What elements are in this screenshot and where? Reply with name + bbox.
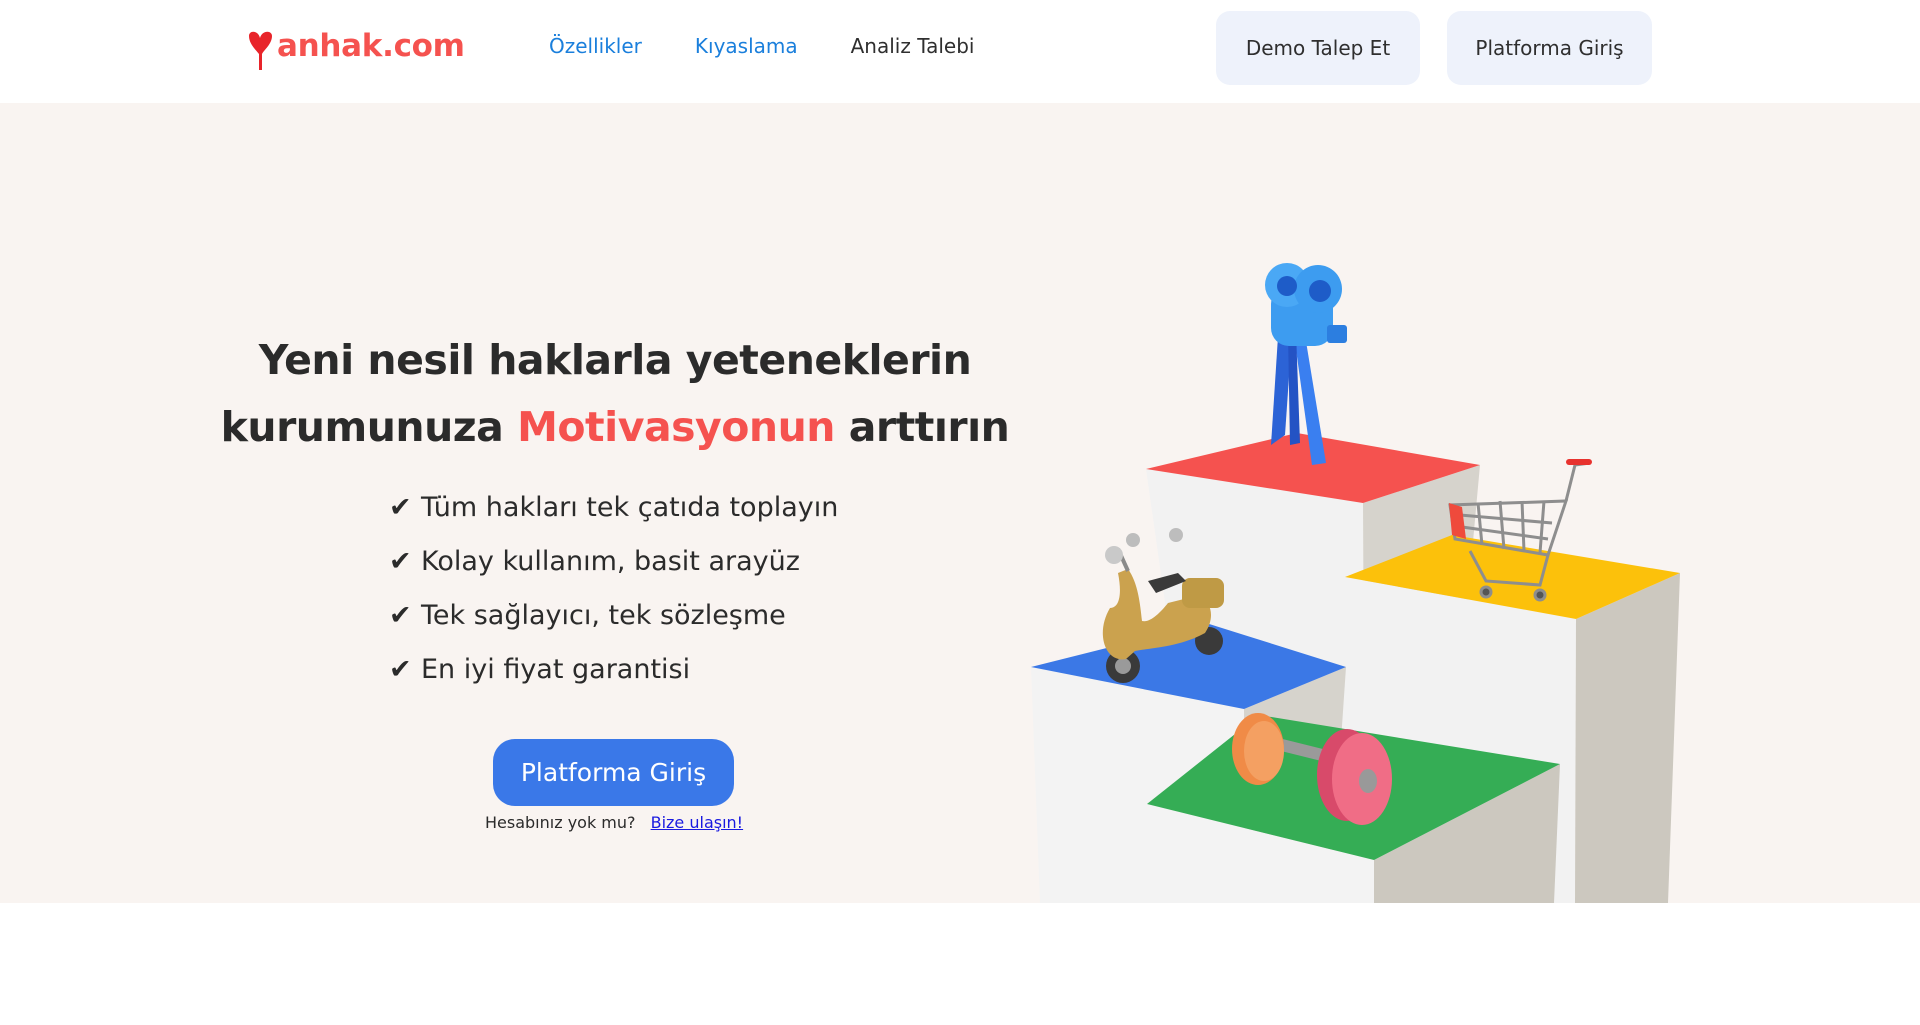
feature-text: Kolay kullanım, basit arayüz xyxy=(421,546,800,577)
check-icon: ✔ xyxy=(389,600,412,631)
main-nav: Özellikler Kıyaslama Analiz Talebi xyxy=(549,31,974,61)
feature-text: Tek sağlayıcı, tek sözleşme xyxy=(421,600,786,631)
feature-text: Tüm hakları tek çatıda toplayın xyxy=(421,492,839,523)
feature-list: ✔ Tüm hakları tek çatıda toplayın ✔ Kolay … xyxy=(389,481,838,697)
podium-illustration xyxy=(1031,263,1680,903)
contact-us-link[interactable]: Bize ulaşın! xyxy=(651,813,743,832)
feature-item: ✔ Tüm hakları tek çatıda toplayın xyxy=(389,481,838,535)
check-icon: ✔ xyxy=(389,546,412,577)
no-account-text: Hesabınız yok mu? xyxy=(485,813,636,832)
feature-item: ✔ En iyi fiyat garantisi xyxy=(389,643,838,697)
site-header: anhak.com Özellikler Kıyaslama Analiz Ta… xyxy=(0,0,1920,103)
logo-text: anhak.com xyxy=(277,28,465,64)
feature-item: ✔ Tek sağlayıcı, tek sözleşme xyxy=(389,589,838,643)
hero-title: Yeni nesil haklarla yeteneklerin kurumun… xyxy=(215,327,1015,461)
check-icon: ✔ xyxy=(389,492,412,523)
hero-title-accent: Motivasyonun xyxy=(517,403,835,451)
hero-title-line2-end: arttırın xyxy=(848,403,1010,451)
logo[interactable]: anhak.com xyxy=(245,18,465,74)
feature-item: ✔ Kolay kullanım, basit arayüz xyxy=(389,535,838,589)
platform-login-button[interactable]: Platforma Giriş xyxy=(493,739,734,806)
hero-title-line1: Yeni nesil haklarla yeteneklerin xyxy=(258,336,972,384)
nav-link-features[interactable]: Özellikler xyxy=(549,31,642,61)
feature-text: En iyi fiyat garantisi xyxy=(421,654,691,685)
hero-section: Yeni nesil haklarla yeteneklerin kurumun… xyxy=(0,103,1920,903)
header-login-button[interactable]: Platforma Giriş xyxy=(1447,11,1652,85)
nav-link-analysis-request[interactable]: Analiz Talebi xyxy=(851,31,975,61)
no-account-row: Hesabınız yok mu? Bize ulaşın! xyxy=(485,813,743,832)
logo-heart-y-icon xyxy=(249,31,272,70)
demo-request-button[interactable]: Demo Talep Et xyxy=(1216,11,1420,85)
check-icon: ✔ xyxy=(389,654,412,685)
nav-link-comparison[interactable]: Kıyaslama xyxy=(695,31,798,61)
hero-title-line2-start: kurumunuza xyxy=(220,403,504,451)
